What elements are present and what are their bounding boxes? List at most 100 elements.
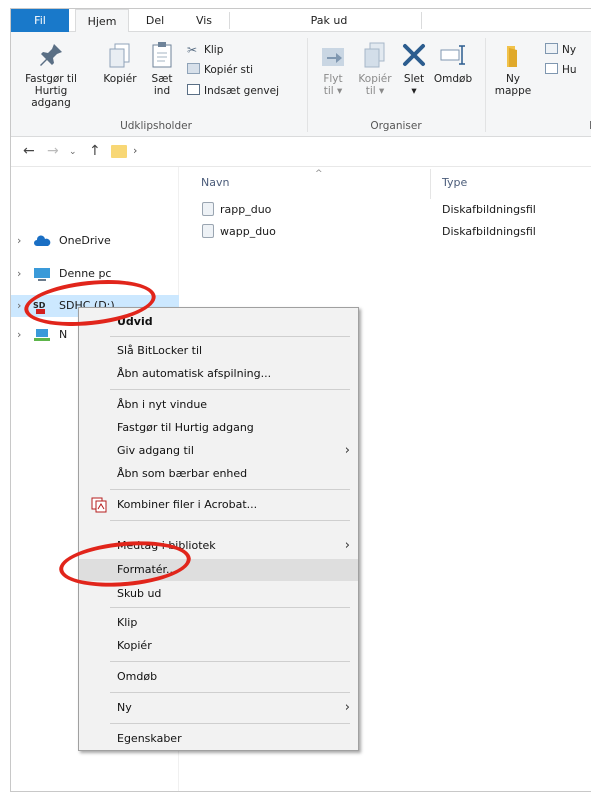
move-to-label-1: Flyt (323, 73, 343, 85)
file-row[interactable]: wapp_duo (202, 222, 276, 242)
move-to-icon (322, 48, 344, 66)
paste-shortcut-button[interactable]: Indsæt genvej (187, 83, 279, 99)
menu-label-give-access: Giv adgang til (117, 444, 194, 457)
tree-item-onedrive[interactable]: › OneDrive (11, 230, 179, 252)
group-label-clipboard: Udklipsholder (120, 120, 192, 132)
copy-path-button[interactable]: Kopiér sti (187, 62, 253, 78)
up-arrow-icon[interactable]: ↑ (89, 143, 101, 159)
tab-divider (229, 12, 230, 29)
rename-button[interactable]: Omdøb (431, 40, 475, 85)
chevron-right-icon[interactable]: › (17, 295, 21, 317)
menu-item-cut[interactable]: Klip (79, 612, 358, 634)
shortcut-icon (187, 84, 200, 95)
paste-button[interactable]: Sæt ind (145, 40, 179, 97)
forward-arrow-icon[interactable]: → (47, 143, 59, 159)
file-name: rapp_duo (220, 203, 272, 216)
menu-item-rename[interactable]: Omdøb (79, 666, 358, 688)
tree-label-network: N (59, 328, 68, 341)
delete-x-icon (403, 44, 425, 66)
pin-icon (40, 44, 62, 66)
ribbon-group-divider (307, 38, 308, 132)
chevron-right-icon[interactable]: › (17, 230, 21, 252)
chevron-right-icon: › (344, 538, 350, 553)
tab-vis[interactable]: Vis (187, 9, 221, 32)
context-menu: Udvid Slå BitLocker til Åbn automatisk a… (78, 307, 359, 751)
address-bar: ← → ⌄ ↑ › (11, 137, 591, 167)
menu-item-give-access[interactable]: Giv adgang til › (79, 440, 358, 462)
file-type: Diskafbildningsfil (442, 203, 536, 216)
copy-to-label-1: Kopiér (358, 73, 392, 85)
easy-access-label: Hu (562, 64, 577, 76)
menu-label-acrobat: Kombiner filer i Acrobat... (117, 498, 258, 511)
copy-to-label-2: til (365, 85, 376, 97)
new-folder-icon (507, 46, 517, 67)
tree-label-onedrive: OneDrive (59, 234, 111, 247)
file-name: wapp_duo (220, 225, 276, 238)
chevron-right-icon[interactable]: › (17, 263, 21, 285)
cut-label: Klip (204, 44, 224, 56)
copy-label: Kopiér (103, 73, 137, 85)
new-folder-button[interactable]: Ny mappe (491, 40, 535, 97)
recent-dropdown-icon[interactable]: ⌄ (69, 147, 77, 157)
chevron-right-icon[interactable]: › (17, 324, 21, 346)
network-icon (34, 329, 50, 341)
menu-item-open-new-window[interactable]: Åbn i nyt vindue (79, 394, 358, 416)
sort-ascending-icon: ^ (315, 169, 323, 179)
dropdown-arrow-icon: ▾ (375, 85, 385, 97)
column-header-name[interactable]: Navn (201, 176, 229, 189)
pin-label-1: Fastgør til (25, 73, 77, 85)
new-folder-label-2: mappe (494, 85, 532, 97)
copy-to-icon (364, 42, 385, 68)
tab-fil[interactable]: Fil (11, 9, 69, 32)
copy-button[interactable]: Kopiér (101, 40, 139, 85)
copy-path-label: Kopiér sti (204, 64, 253, 76)
menu-label-new: Ny (117, 701, 132, 714)
folder-icon (111, 145, 127, 158)
menu-item-new[interactable]: Ny › (79, 697, 358, 719)
cut-button[interactable]: ✂ Klip (187, 42, 223, 58)
ribbon-home: Fastgør til Hurtig adgang Kopiér Sæt ind (11, 32, 591, 137)
easy-access-button[interactable]: Hu (545, 62, 577, 78)
acrobat-icon (91, 497, 107, 513)
new-item-button[interactable]: Ny (545, 42, 576, 58)
menu-item-pin-quick-access[interactable]: Fastgør til Hurtig adgang (79, 417, 358, 439)
new-item-label: Ny (562, 44, 577, 56)
move-to-button[interactable]: Flyt til ▾ (315, 40, 351, 97)
ribbon-group-divider (485, 38, 486, 132)
column-header-type[interactable]: Type (442, 176, 467, 189)
tab-divider (421, 12, 422, 29)
menu-separator (110, 607, 350, 608)
menu-item-open-portable[interactable]: Åbn som bærbar enhed (79, 463, 358, 485)
menu-item-acrobat[interactable]: Kombiner filer i Acrobat... (79, 494, 358, 516)
cloud-icon (34, 235, 51, 246)
file-row[interactable]: rapp_duo (202, 200, 271, 220)
paste-label-2: ind (153, 85, 171, 97)
tab-del[interactable]: Del (135, 9, 175, 32)
paste-label-1: Sæt (151, 73, 173, 85)
group-label-new: N (583, 120, 591, 132)
pin-label-2: Hurtig adgang (31, 85, 71, 109)
computer-icon (34, 268, 50, 281)
menu-separator (110, 692, 350, 693)
menu-item-bitlocker[interactable]: Slå BitLocker til (79, 340, 358, 362)
menu-item-autoplay[interactable]: Åbn automatisk afspilning... (79, 363, 358, 385)
copy-path-icon (187, 63, 200, 74)
menu-separator (110, 661, 350, 662)
paste-shortcut-label: Indsæt genvej (204, 85, 280, 97)
pin-quick-access-button[interactable]: Fastgør til Hurtig adgang (15, 40, 87, 109)
back-arrow-icon[interactable]: ← (23, 143, 35, 159)
new-folder-label-1: Ny (505, 73, 521, 85)
menu-item-copy[interactable]: Kopiér (79, 635, 358, 657)
copy-to-button[interactable]: Kopiér til ▾ (355, 40, 395, 97)
tab-hjem[interactable]: Hjem (75, 9, 129, 33)
breadcrumb-chevron-icon[interactable]: › (133, 144, 137, 157)
tab-pak-ud[interactable]: Pak ud (301, 9, 357, 32)
rename-label: Omdøb (433, 73, 473, 85)
delete-button[interactable]: Slet ▾ (399, 40, 429, 97)
column-divider[interactable] (430, 169, 431, 199)
menu-item-properties[interactable]: Egenskaber (79, 728, 358, 750)
dropdown-arrow-icon: ▾ (411, 85, 417, 97)
group-label-organize: Organiser (370, 120, 422, 132)
menu-separator (110, 336, 350, 337)
ribbon-tab-bar: Fil Hjem Del Vis Pak ud (11, 9, 591, 33)
